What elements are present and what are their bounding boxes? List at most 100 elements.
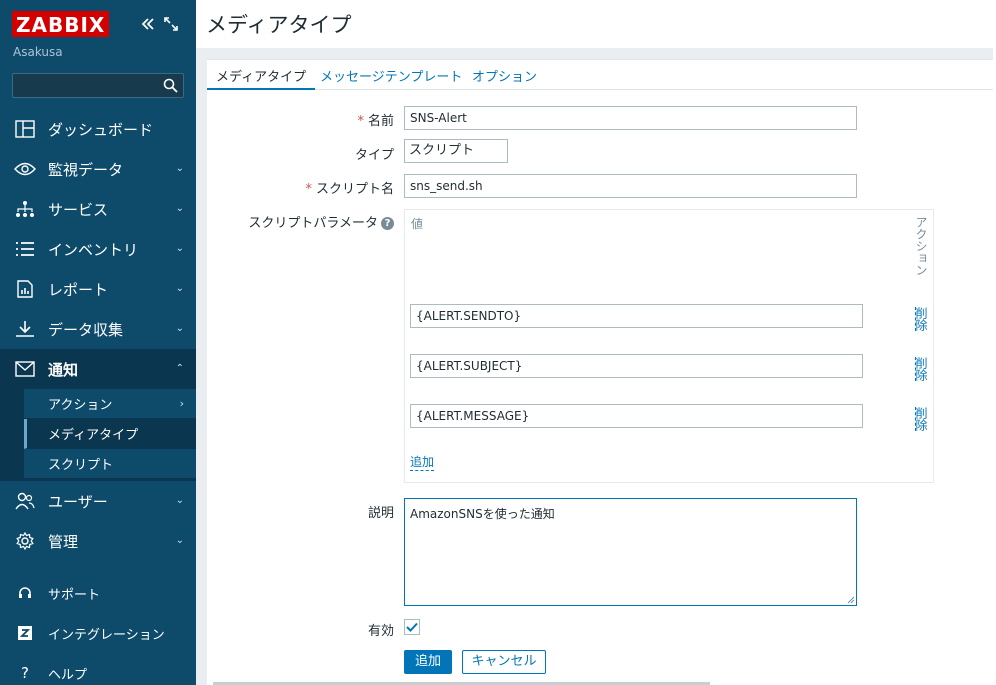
search-box — [12, 73, 184, 98]
menu-monitoring-label: 監視データ — [48, 160, 124, 179]
chevron-down-icon: ⌄ — [175, 203, 184, 214]
chevron-down-icon: ⌄ — [175, 283, 184, 294]
kiosk-mode-icon[interactable] — [164, 17, 178, 31]
chevron-down-icon: ⌄ — [175, 535, 184, 546]
menu-help-label: ヘルプ — [48, 667, 88, 683]
report-icon — [14, 278, 36, 300]
name-label: * 名前 — [194, 110, 394, 129]
param-delete-3[interactable]: 削除 — [914, 407, 929, 431]
param-input-2[interactable]: {ALERT.SUBJECT} — [410, 354, 863, 378]
type-label: タイプ — [354, 148, 394, 163]
menu-reports[interactable]: レポート ⌄ — [0, 269, 196, 309]
media-type-form: メディアタイプ メッセージテンプレート オプション * 名前 SNS-Alert … — [207, 59, 993, 685]
search-icon[interactable] — [163, 78, 178, 97]
envelope-icon — [14, 358, 36, 380]
zabbix-z-icon — [14, 622, 36, 644]
description-label: 説明 — [367, 506, 394, 521]
headset-icon — [14, 582, 36, 604]
submenu-actions[interactable]: アクション › — [24, 389, 196, 419]
param-delete-2[interactable]: 削除 — [914, 357, 929, 381]
search-input[interactable] — [13, 74, 153, 97]
dashboard-icon — [14, 118, 36, 140]
cancel-button[interactable]: キャンセル — [462, 650, 546, 674]
download-icon — [14, 318, 36, 340]
menu-reports-label: レポート — [48, 280, 109, 299]
tab-options[interactable]: オプション — [463, 66, 546, 90]
chevron-up-icon: ⌃ — [175, 363, 184, 374]
script-name-input[interactable]: sns_send.sh — [404, 174, 857, 198]
eye-icon — [14, 158, 36, 180]
tab-media-type[interactable]: メディアタイプ — [207, 66, 316, 90]
enabled-label: 有効 — [367, 624, 394, 639]
menu-services-label: サービス — [48, 200, 109, 219]
script-name-label-text: スクリプト名 — [315, 182, 394, 197]
menu-support-label: サポート — [48, 587, 101, 603]
alerts-submenu: アクション › メディアタイプ スクリプト — [0, 389, 196, 481]
type-select-value: スクリプト — [409, 143, 475, 158]
services-icon — [14, 198, 36, 220]
param-input-3[interactable]: {ALERT.MESSAGE} — [410, 404, 863, 428]
menu-inventory[interactable]: インベントリ ⌄ — [0, 229, 196, 269]
menu-users[interactable]: ユーザー ⌄ — [0, 481, 196, 521]
chevron-right-icon: › — [179, 397, 184, 410]
collapse-sidebar-icon[interactable] — [139, 15, 157, 33]
submenu-actions-label: アクション — [48, 398, 113, 413]
list-icon — [14, 238, 36, 260]
add-param-link[interactable]: 追加 — [410, 455, 435, 471]
chevron-down-icon: ⌄ — [175, 243, 184, 254]
submenu-scripts-label: スクリプト — [48, 458, 114, 473]
menu-inventory-label: インベントリ — [48, 240, 139, 259]
menu-administration-label: 管理 — [48, 532, 79, 551]
required-mark: * — [305, 182, 312, 197]
sidebar: ZABBIX Asakusa ダッシュボード 監視データ ⌄ サービス ⌄ イン… — [0, 0, 196, 685]
menu-support[interactable]: サポート — [0, 573, 196, 613]
server-name: Asakusa — [13, 45, 63, 59]
chevron-down-icon: ⌄ — [175, 163, 184, 174]
script-params-label: スクリプトパラメータ? — [194, 212, 394, 231]
submenu-scripts[interactable]: スクリプト — [24, 449, 196, 479]
script-params-table: 値 アクション {ALERT.SENDTO} 削除 {ALERT.SUBJECT… — [404, 209, 934, 483]
menu-alerts-label: 通知 — [48, 360, 79, 379]
menu-dashboard[interactable]: ダッシュボード — [0, 109, 196, 149]
menu-integrations[interactable]: インテグレーション — [0, 613, 196, 653]
param-delete-1[interactable]: 削除 — [914, 307, 929, 331]
name-input[interactable]: SNS-Alert — [404, 106, 857, 130]
submenu-media-types[interactable]: メディアタイプ — [24, 419, 196, 449]
resize-handle-icon[interactable] — [847, 596, 855, 604]
question-icon: ? — [21, 664, 29, 682]
menu-help[interactable]: ? ヘルプ — [0, 653, 196, 685]
main-menu: ダッシュボード 監視データ ⌄ サービス ⌄ インベントリ ⌄ レポート ⌄ デ… — [0, 109, 196, 561]
column-action-header: アクション — [914, 216, 928, 276]
description-textarea[interactable]: AmazonSNSを使った通知 — [404, 498, 857, 606]
chevron-down-icon: ⌄ — [175, 323, 184, 334]
enabled-checkbox[interactable] — [404, 619, 420, 635]
menu-administration[interactable]: 管理 ⌄ — [0, 521, 196, 561]
menu-alerts[interactable]: 通知 ⌃ — [0, 349, 196, 389]
menu-dashboard-label: ダッシュボード — [48, 120, 154, 139]
help-icon[interactable]: ? — [381, 217, 394, 230]
zabbix-logo[interactable]: ZABBIX — [12, 11, 110, 37]
script-name-label: * スクリプト名 — [194, 178, 394, 197]
column-value-header: 値 — [411, 217, 424, 231]
param-input-1[interactable]: {ALERT.SENDTO} — [410, 304, 863, 328]
chevron-down-icon: ⌄ — [175, 495, 184, 506]
checkmark-icon — [406, 622, 418, 632]
add-button[interactable]: 追加 — [404, 650, 452, 674]
bottom-menu: サポート インテグレーション ? ヘルプ — [0, 573, 196, 685]
menu-monitoring[interactable]: 監視データ ⌄ — [0, 149, 196, 189]
users-icon — [14, 490, 36, 512]
menu-users-label: ユーザー — [48, 492, 108, 511]
menu-data-collection[interactable]: データ収集 ⌄ — [0, 309, 196, 349]
gear-icon — [14, 530, 36, 552]
menu-data-collection-label: データ収集 — [48, 320, 124, 339]
description-text: AmazonSNSを使った通知 — [410, 507, 555, 521]
tab-bar: メディアタイプ メッセージテンプレート オプション — [207, 60, 993, 90]
type-select[interactable]: スクリプト — [404, 139, 508, 163]
menu-integrations-label: インテグレーション — [48, 627, 165, 643]
name-label-text: 名前 — [367, 114, 394, 129]
tab-message-templates[interactable]: メッセージテンプレート — [311, 66, 471, 90]
script-params-label-text: スクリプトパラメータ — [248, 216, 378, 231]
submenu-media-types-label: メディアタイプ — [48, 428, 139, 443]
required-mark: * — [357, 114, 364, 129]
menu-services[interactable]: サービス ⌄ — [0, 189, 196, 229]
